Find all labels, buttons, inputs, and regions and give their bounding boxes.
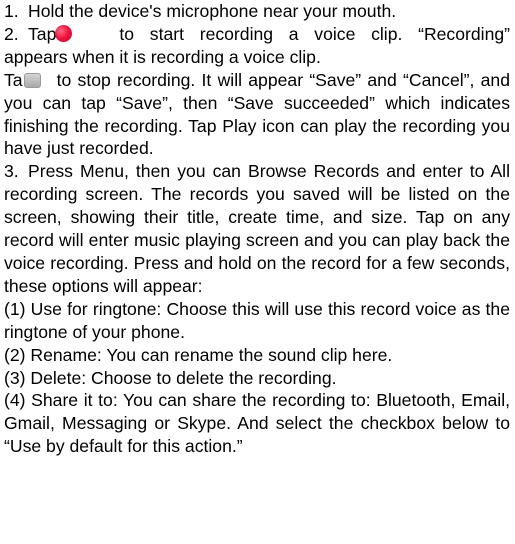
record-button-icon [55,24,73,42]
step-2-text-pre: Tap [28,23,57,44]
step-2-text-post: to start recording a voice clip. “Record… [4,23,510,67]
step-1-number: 1. [4,1,19,21]
step-1-text: Hold the device's microphone near your m… [28,1,397,21]
step-2-number: 2. [4,23,19,44]
instructions-document: 1. Hold the device's microphone near your… [0,0,515,458]
step-3-text: Press Menu, then you can Browse Records … [4,161,510,296]
stop-button-icon [23,72,41,88]
option-ringtone: (1) Use for ringtone: Choose this will u… [4,298,510,342]
step-3-number: 3. [4,161,19,182]
option-delete: (3) Delete: Choose to delete the recordi… [4,367,337,388]
step-1: 1. Hold the device's microphone near your… [4,0,510,23]
step-2-stop: Ta to stop recording. It will appear “Sav… [4,69,510,161]
step-2-stop-text-pre: Ta [4,69,23,90]
step-3: 3. Press Menu, then you can Browse Record… [4,160,510,297]
step-2: 2. Tap to start recording a voice clip. “R… [4,23,510,69]
step-2-stop-text-post: to stop recording. It will appear “Save”… [4,69,510,159]
option-rename: (2) Rename: You can rename the sound cli… [4,344,393,365]
option-share: (4) Share it to: You can share the recor… [4,390,510,457]
